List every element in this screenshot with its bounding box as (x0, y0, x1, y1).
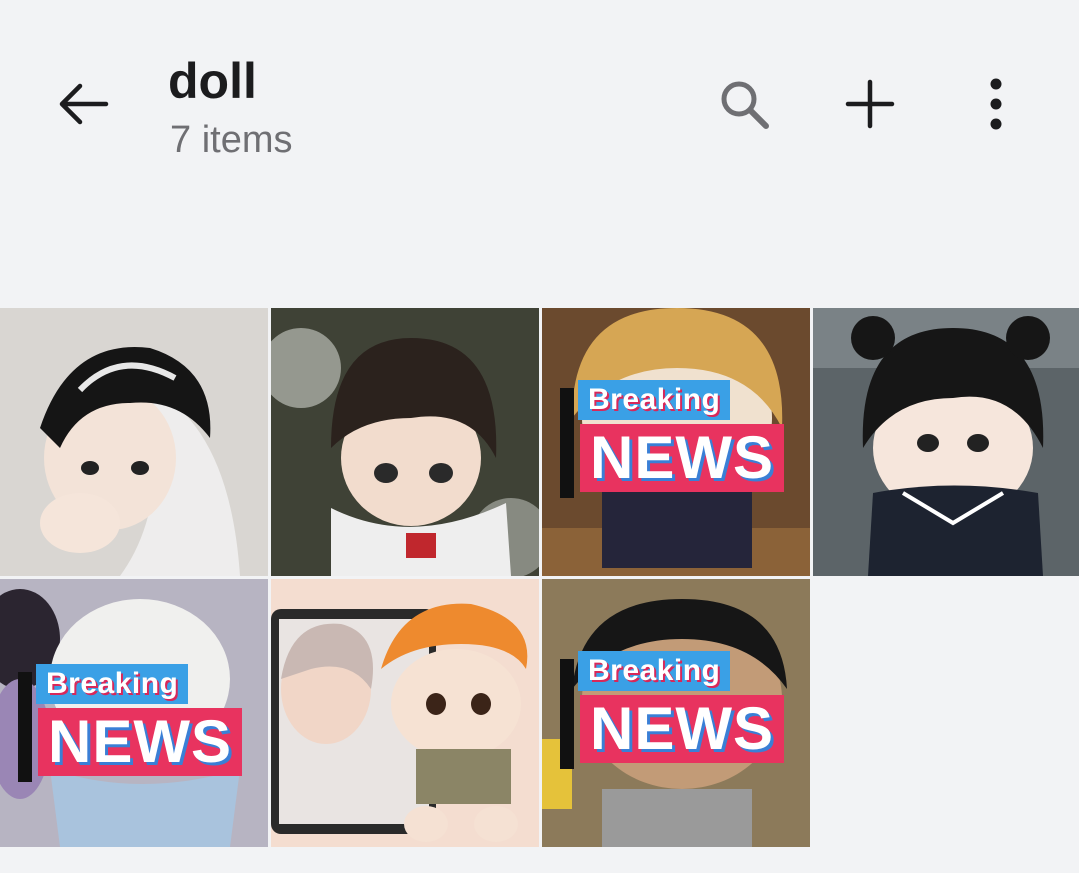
photo-thumbnail[interactable]: Breaking NEWS (542, 579, 810, 847)
breaking-label: Breaking (36, 664, 189, 704)
doll-photo-4 (813, 308, 1079, 576)
photo-thumbnail[interactable] (271, 579, 539, 847)
photo-thumbnail[interactable] (0, 308, 268, 576)
breaking-news-sticker: Breaking NEWS (18, 664, 258, 784)
breaking-label: Breaking (578, 651, 731, 691)
doll-photo-1 (0, 308, 268, 576)
breaking-news-sticker: Breaking NEWS (560, 651, 800, 771)
news-label: NEWS (38, 708, 242, 776)
sticker-post (560, 659, 574, 769)
more-options-button[interactable] (966, 74, 1026, 134)
photo-thumbnail[interactable] (813, 308, 1079, 576)
breaking-label: Breaking (578, 380, 731, 420)
breaking-news-sticker: Breaking NEWS (560, 380, 800, 500)
sticker-post (560, 388, 574, 498)
arrow-left-icon (59, 83, 109, 125)
add-button[interactable] (840, 74, 900, 134)
photo-thumbnail[interactable]: Breaking NEWS (0, 579, 268, 847)
search-icon (721, 81, 769, 129)
item-count: 7 items (170, 119, 293, 161)
plus-icon (845, 79, 895, 129)
doll-photo-2 (271, 308, 539, 576)
search-button[interactable] (714, 74, 774, 134)
album-title: doll (168, 53, 257, 109)
app-bar: doll 7 items (0, 0, 1079, 200)
doll-photo-6 (271, 579, 539, 847)
back-button[interactable] (52, 72, 116, 136)
photo-thumbnail[interactable] (271, 308, 539, 576)
news-label: NEWS (580, 695, 784, 763)
more-vert-icon (990, 78, 1002, 130)
photo-thumbnail[interactable]: Breaking NEWS (542, 308, 810, 576)
news-label: NEWS (580, 424, 784, 492)
sticker-post (18, 672, 32, 782)
